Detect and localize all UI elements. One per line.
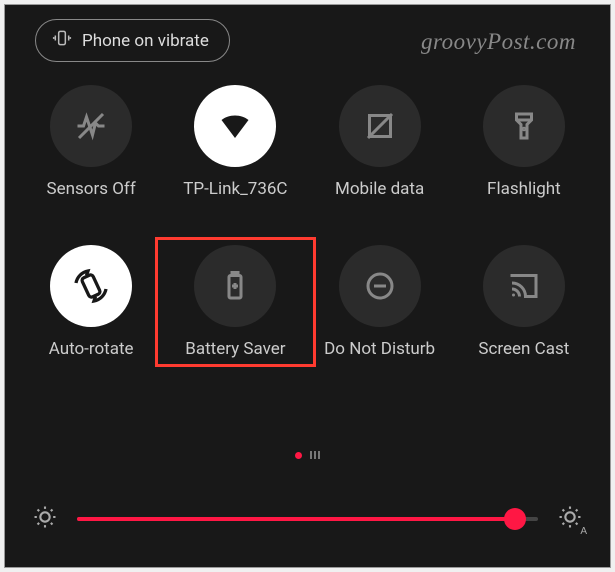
pagination-dots — [5, 451, 610, 459]
tile-label: TP-Link_736C — [183, 179, 287, 199]
page-dot-active — [295, 452, 302, 459]
page-dot-inactive — [310, 451, 320, 459]
quick-settings-panel: Phone on vibrate groovyPost.com Sensors … — [4, 4, 611, 568]
slider-thumb[interactable] — [504, 508, 526, 530]
vibrate-icon — [52, 28, 72, 53]
vibrate-status-pill[interactable]: Phone on vibrate — [35, 19, 230, 62]
tile-mobile-data[interactable]: Mobile data — [308, 79, 452, 199]
auto-brightness-icon[interactable]: A — [556, 503, 584, 535]
vibrate-status-label: Phone on vibrate — [82, 31, 209, 51]
tile-label: Sensors Off — [47, 179, 136, 199]
tile-screen-cast[interactable]: Screen Cast — [452, 239, 596, 359]
sensors-off-icon — [50, 85, 132, 167]
slider-fill — [77, 517, 515, 521]
tile-wifi[interactable]: TP-Link_736C — [163, 79, 307, 199]
brightness-row: A — [31, 503, 584, 535]
tile-label: Do Not Disturb — [324, 339, 435, 359]
wifi-icon — [194, 85, 276, 167]
brightness-slider[interactable] — [77, 517, 538, 521]
auto-rotate-icon — [50, 245, 132, 327]
tile-sensors-off[interactable]: Sensors Off — [19, 79, 163, 199]
tile-label: Battery Saver — [185, 339, 285, 359]
tiles-grid: Sensors Off TP-Link_736C Mobile data — [19, 79, 596, 359]
tile-label: Mobile data — [335, 179, 424, 199]
mobile-data-icon — [339, 85, 421, 167]
tile-label: Auto-rotate — [49, 339, 134, 359]
tile-auto-rotate[interactable]: Auto-rotate — [19, 239, 163, 359]
tile-label: Flashlight — [487, 179, 561, 199]
tile-flashlight[interactable]: Flashlight — [452, 79, 596, 199]
battery-saver-icon — [194, 245, 276, 327]
brightness-low-icon — [31, 503, 59, 535]
tile-battery-saver[interactable]: Battery Saver — [163, 239, 307, 359]
do-not-disturb-icon — [339, 245, 421, 327]
tile-label: Screen Cast — [478, 339, 569, 359]
flashlight-icon — [483, 85, 565, 167]
tile-do-not-disturb[interactable]: Do Not Disturb — [308, 239, 452, 359]
screen-cast-icon — [483, 245, 565, 327]
watermark-text: groovyPost.com — [421, 29, 576, 55]
